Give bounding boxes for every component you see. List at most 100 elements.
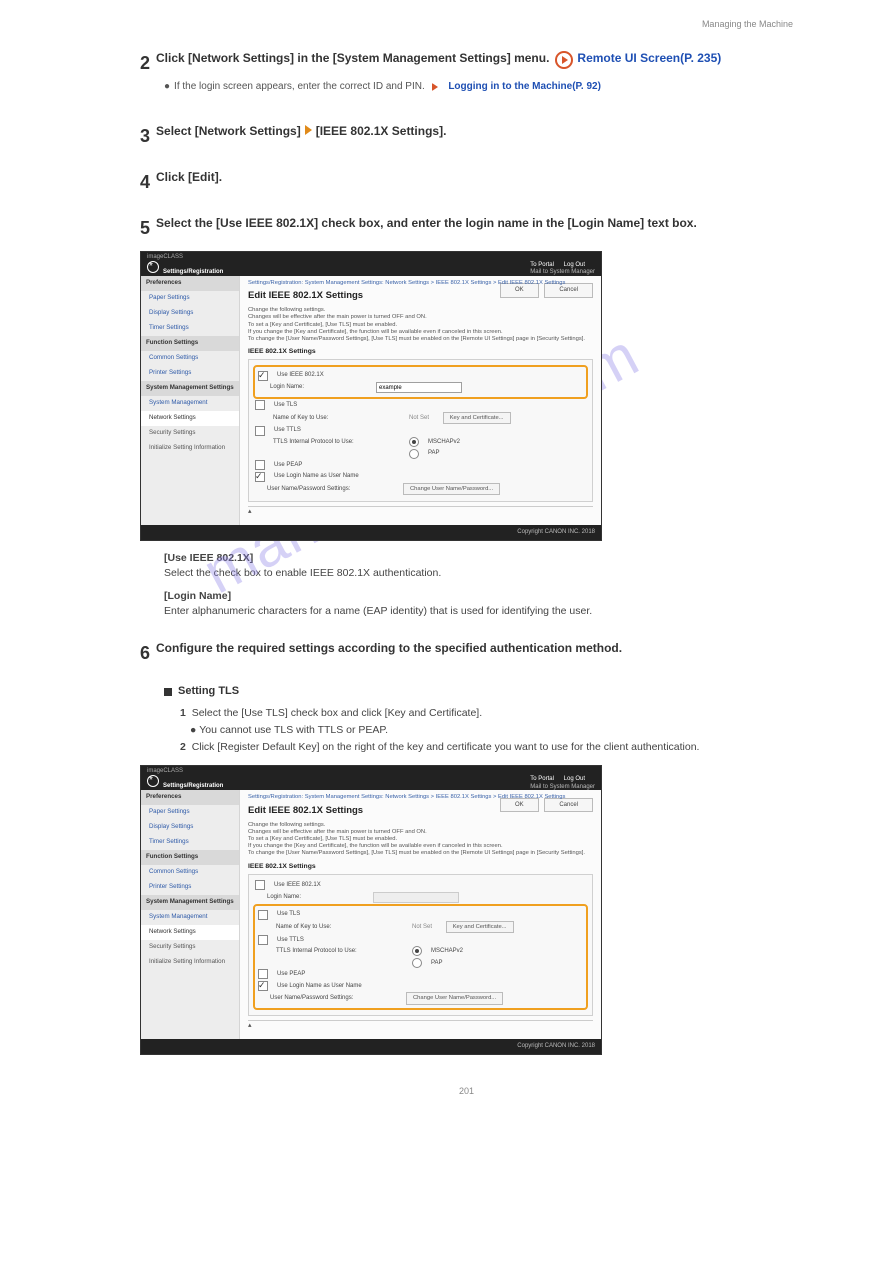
login-note: ● If the login screen appears, enter the…: [164, 80, 793, 95]
app-title: Settings/Registration: [163, 783, 223, 789]
label: TTLS Internal Protocol to Use:: [255, 438, 403, 447]
sidebar-group: System Management Settings: [141, 895, 239, 910]
step-4: 4 Click [Edit].: [140, 169, 793, 195]
sidebar: Preferences Paper Settings Display Setti…: [141, 276, 240, 525]
radio-mschapv2[interactable]: [412, 946, 422, 956]
key-cert-button[interactable]: Key and Certificate...: [446, 921, 514, 933]
copyright: Copyright CANON INC. 2018: [141, 1039, 601, 1054]
sidebar-item[interactable]: Initialize Setting Information: [141, 955, 239, 970]
sidebar-item[interactable]: Printer Settings: [141, 880, 239, 895]
to-portal-link[interactable]: To Portal: [530, 262, 554, 268]
sidebar-item-selected[interactable]: Network Settings: [141, 925, 239, 940]
sidebar-group: Function Settings: [141, 336, 239, 351]
radio-mschapv2[interactable]: [409, 437, 419, 447]
step-tail: [IEEE 802.1X Settings].: [316, 123, 447, 140]
sidebar-item[interactable]: Timer Settings: [141, 835, 239, 850]
sub-heading: Setting TLS: [164, 684, 793, 700]
play-icon: [432, 83, 438, 91]
step-text: Select [Network Settings]: [156, 123, 301, 140]
step-number: 6: [140, 640, 150, 666]
label: User Name/Password Settings:: [258, 994, 400, 1003]
note-link[interactable]: Logging in to the Machine(P. 92): [448, 81, 601, 92]
sidebar-item[interactable]: Paper Settings: [141, 805, 239, 820]
field-label: [Login Name]: [164, 590, 231, 602]
breadcrumb: Settings/Registration: System Management…: [248, 280, 593, 288]
step-number: 5: [140, 215, 150, 241]
sidebar: Preferences Paper Settings Display Setti…: [141, 790, 240, 1039]
copyright: Copyright CANON INC. 2018: [141, 525, 601, 540]
radio-pap[interactable]: [412, 958, 422, 968]
to-top[interactable]: ▴: [248, 1020, 593, 1031]
sidebar-item[interactable]: Display Settings: [141, 820, 239, 835]
login-name-input[interactable]: [376, 382, 462, 393]
change-unp-button[interactable]: Change User Name/Password...: [403, 483, 500, 495]
info-text: Change the following settings. Changes w…: [248, 822, 593, 858]
main-panel: Settings/Registration: System Management…: [240, 276, 601, 525]
triangle-icon: [305, 125, 312, 135]
step-5: 5 Select the [Use IEEE 802.1X] check box…: [140, 215, 793, 241]
label: Name of Key to Use:: [255, 414, 403, 423]
label: Use Login Name as User Name: [274, 472, 359, 481]
checkbox-use-ttls[interactable]: [258, 935, 268, 945]
checkbox-use-8021x[interactable]: [255, 880, 265, 890]
sidebar-item-selected[interactable]: Network Settings: [141, 411, 239, 426]
to-portal-link[interactable]: To Portal: [530, 776, 554, 782]
sidebar-item[interactable]: Display Settings: [141, 306, 239, 321]
section-title: IEEE 802.1X Settings: [248, 347, 593, 357]
settings-box: Use IEEE 802.1X Login Name: Use TLS Name…: [248, 874, 593, 1017]
play-icon: [555, 51, 573, 69]
main-panel: Settings/Registration: System Management…: [240, 790, 601, 1039]
sidebar-item[interactable]: System Management: [141, 910, 239, 925]
highlight-tls-block: Use TLS Name of Key to Use:Not Set Key a…: [253, 904, 588, 1010]
step-text: Configure the required settings accordin…: [156, 640, 622, 657]
step-number: 2: [140, 50, 150, 76]
checkbox-use-ttls[interactable]: [255, 426, 265, 436]
sidebar-group: Preferences: [141, 276, 239, 291]
logout-link[interactable]: Log Out: [564, 262, 585, 268]
substep-note: You cannot use TLS with TTLS or PEAP.: [199, 724, 388, 736]
sidebar-group: System Management Settings: [141, 381, 239, 396]
checkbox-use-peap[interactable]: [255, 460, 265, 470]
sidebar-item[interactable]: Common Settings: [141, 865, 239, 880]
highlight-use-8021x: Use IEEE 802.1X Login Name:: [253, 365, 588, 399]
sidebar-item[interactable]: Paper Settings: [141, 291, 239, 306]
sidebar-item[interactable]: Common Settings: [141, 351, 239, 366]
sidebar-item[interactable]: Timer Settings: [141, 321, 239, 336]
sidebar-item[interactable]: Security Settings: [141, 426, 239, 441]
substep: Click [Register Default Key] on the righ…: [192, 741, 700, 753]
note-text: If the login screen appears, enter the c…: [174, 81, 425, 92]
gear-icon: [147, 775, 159, 787]
label: PAP: [428, 449, 440, 458]
checkbox-login-as-user[interactable]: [255, 472, 265, 482]
checkbox-use-peap[interactable]: [258, 969, 268, 979]
label: MSCHAPv2: [431, 947, 463, 956]
radio-pap[interactable]: [409, 449, 419, 459]
sidebar-item[interactable]: Security Settings: [141, 940, 239, 955]
sidebar-item[interactable]: Printer Settings: [141, 366, 239, 381]
change-unp-button[interactable]: Change User Name/Password...: [406, 992, 503, 1004]
label: Use TLS: [277, 910, 300, 919]
info-text: Change the following settings. Changes w…: [248, 307, 593, 343]
field-desc: Select the check box to enable IEEE 802.…: [164, 567, 441, 579]
sidebar-item[interactable]: System Management: [141, 396, 239, 411]
checkbox-use-tls[interactable]: [255, 400, 265, 410]
field-label: [Use IEEE 802.1X]: [164, 552, 253, 564]
label: Use IEEE 802.1X: [274, 881, 321, 890]
label: Login Name:: [255, 893, 367, 902]
label: TTLS Internal Protocol to Use:: [258, 947, 406, 956]
label: MSCHAPv2: [428, 438, 460, 447]
label: Name of Key to Use:: [258, 923, 406, 932]
checkbox-use-tls[interactable]: [258, 910, 268, 920]
checkbox-use-8021x[interactable]: [258, 371, 268, 381]
key-cert-button[interactable]: Key and Certificate...: [443, 412, 511, 424]
sidebar-item[interactable]: Initialize Setting Information: [141, 441, 239, 456]
login-name-input[interactable]: [373, 892, 459, 903]
checkbox-login-as-user[interactable]: [258, 981, 268, 991]
logout-link[interactable]: Log Out: [564, 776, 585, 782]
to-top[interactable]: ▴: [248, 506, 593, 517]
top-bar: Settings/Registration To Portal Log Out …: [141, 776, 601, 790]
step-link[interactable]: Remote UI Screen(P. 235): [577, 50, 721, 67]
label: Use PEAP: [274, 461, 302, 470]
screenshot-1: imageCLASS Settings/Registration To Port…: [140, 251, 602, 541]
sub-steps: 1 Select the [Use TLS] check box and cli…: [140, 706, 793, 756]
